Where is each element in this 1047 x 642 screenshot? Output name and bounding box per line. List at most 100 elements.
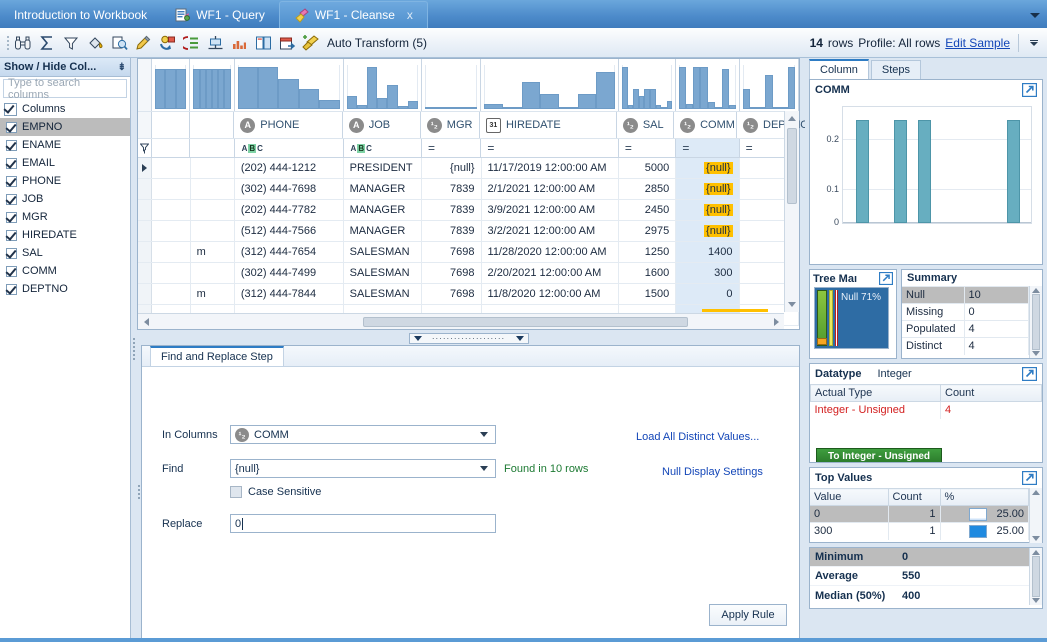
checkbox-mgr[interactable] xyxy=(6,211,17,223)
auto-transform-icon[interactable] xyxy=(300,32,322,54)
cell-hiredate[interactable]: 11/28/2020 12:00:00 AM xyxy=(482,242,619,262)
sidebar-item-mgr[interactable]: MGR xyxy=(0,208,130,226)
summary-row-distinct[interactable]: Distinct 4 xyxy=(902,337,1029,355)
cell-phone[interactable]: (312) 444-7654 xyxy=(235,242,344,262)
grid-vertical-scrollbar[interactable] xyxy=(784,111,799,312)
checkbox-ename[interactable] xyxy=(6,139,17,151)
horizontal-scroll-thumb[interactable] xyxy=(362,316,689,327)
cell-mgr[interactable]: 7698 xyxy=(422,242,482,262)
tab-overflow-button[interactable] xyxy=(1023,2,1047,28)
cell-mgr[interactable]: 7839 xyxy=(422,221,482,241)
grid-horizontal-scrollbar[interactable] xyxy=(138,313,784,329)
cell-ename[interactable] xyxy=(191,200,235,220)
scroll-up-arrow[interactable] xyxy=(1032,490,1040,495)
popout-icon[interactable] xyxy=(1021,82,1038,98)
filter-mgr[interactable]: = xyxy=(422,139,482,157)
popout-icon[interactable] xyxy=(1021,366,1038,382)
toolbar-grip[interactable] xyxy=(4,34,11,52)
scroll-up-arrow[interactable] xyxy=(1032,550,1040,555)
grid-header-sal[interactable]: ¹₂ SAL xyxy=(617,112,675,138)
cell-phone[interactable]: (302) 444-7499 xyxy=(235,263,344,283)
table-row[interactable]: (302) 444-7698 MANAGER 7839 2/1/2021 12:… xyxy=(138,179,799,200)
cell-mgr[interactable]: 7698 xyxy=(422,284,482,304)
comm-histogram[interactable]: 0.1 0.2 0 xyxy=(816,102,1036,242)
tab-column[interactable]: Column xyxy=(809,59,869,79)
table-row[interactable]: m (312) 444-7844 SALESMAN 7698 11/8/2020… xyxy=(138,284,799,305)
case-sensitive-row[interactable]: Case Sensitive xyxy=(230,486,321,498)
cell-empno[interactable] xyxy=(152,221,191,241)
scroll-down-arrow[interactable] xyxy=(1032,598,1040,603)
summary-row-populated[interactable]: Populated 4 xyxy=(902,320,1029,338)
sidebar-item-ename[interactable]: ENAME xyxy=(0,136,130,154)
checkbox-all-columns[interactable] xyxy=(4,102,17,116)
tab-close-icon[interactable]: x xyxy=(407,8,413,22)
tab-wf1-cleanse[interactable]: WF1 - Cleanse x xyxy=(278,1,428,28)
cell-mgr[interactable]: 7839 xyxy=(422,179,482,199)
sidebar-item-phone[interactable]: PHONE xyxy=(0,172,130,190)
filter-funnel-icon[interactable] xyxy=(138,139,152,157)
collapse-up-icon[interactable] xyxy=(413,336,422,341)
filter-ename[interactable] xyxy=(190,139,235,157)
vertical-scroll-thumb[interactable] xyxy=(787,128,797,204)
cell-job[interactable]: MANAGER xyxy=(344,200,423,220)
filter-job[interactable]: ABC xyxy=(344,139,422,157)
top-values-row[interactable]: 0 1 25.00 xyxy=(810,505,1029,523)
summary-row-missing[interactable]: Missing 0 xyxy=(902,303,1029,321)
cell-sal[interactable]: 1600 xyxy=(619,263,677,283)
cell-hiredate[interactable]: 3/9/2021 12:00:00 AM xyxy=(482,200,619,220)
checkbox-sal[interactable] xyxy=(6,247,17,259)
toolbar-overflow-button[interactable] xyxy=(1027,32,1041,54)
checkbox-email[interactable] xyxy=(6,157,17,169)
in-columns-dropdown[interactable]: ¹₂ COMM xyxy=(230,425,496,444)
cell-sal[interactable]: 5000 xyxy=(619,158,677,178)
scroll-down-arrow[interactable] xyxy=(1032,536,1040,541)
sidebar-item-job[interactable]: JOB xyxy=(0,190,130,208)
popout-icon[interactable] xyxy=(878,271,894,286)
sidebar-item-hiredate[interactable]: HIREDATE xyxy=(0,226,130,244)
statistics-scrollbar[interactable] xyxy=(1029,548,1042,605)
cell-sal[interactable]: 1500 xyxy=(619,284,677,304)
cell-comm[interactable]: 300 xyxy=(676,263,740,283)
cell-ename[interactable]: m xyxy=(191,242,235,262)
filter-comm[interactable]: = xyxy=(676,139,740,157)
null-display-settings-link[interactable]: Null Display Settings xyxy=(662,466,763,478)
grid-header-comm[interactable]: ¹₂ COMM xyxy=(674,112,737,138)
cell-comm[interactable]: {null} xyxy=(676,221,740,241)
cell-phone[interactable]: (312) 444-7844 xyxy=(235,284,344,304)
cell-comm[interactable]: {null} xyxy=(676,179,740,199)
scroll-left-arrow[interactable] xyxy=(138,317,154,326)
columns-list-header[interactable]: Columns xyxy=(0,100,130,118)
cell-empno[interactable] xyxy=(152,242,191,262)
sigma-icon[interactable] xyxy=(36,32,58,54)
cell-comm[interactable]: 1400 xyxy=(676,242,740,262)
chevron-down-icon[interactable] xyxy=(477,466,491,471)
find-input[interactable]: {null} xyxy=(230,459,496,478)
search-columns-input[interactable]: Type to search columns xyxy=(3,77,127,101)
cell-sal[interactable]: 2450 xyxy=(619,200,677,220)
checkbox-phone[interactable] xyxy=(6,175,17,187)
chevron-down-icon[interactable] xyxy=(477,432,491,437)
binoculars-icon[interactable] xyxy=(12,32,34,54)
list-bracket-icon[interactable] xyxy=(180,32,202,54)
top-values-row[interactable]: 300 1 25.00 xyxy=(810,522,1029,540)
grid-header-job[interactable]: A JOB xyxy=(343,112,421,138)
checkbox-job[interactable] xyxy=(6,193,17,205)
checkbox-hiredate[interactable] xyxy=(6,229,17,241)
cell-empno[interactable] xyxy=(152,284,191,304)
filter-sal[interactable]: = xyxy=(619,139,677,157)
tab-introduction-to-workbook[interactable]: Introduction to Workbook xyxy=(0,2,161,28)
sidebar-item-deptno[interactable]: DEPTNO xyxy=(0,280,130,298)
replace-icon[interactable] xyxy=(156,32,178,54)
checkbox-comm[interactable] xyxy=(6,265,17,277)
apply-rule-button[interactable]: Apply Rule xyxy=(709,604,787,626)
table-row[interactable]: m (312) 444-7654 SALESMAN 7698 11/28/202… xyxy=(138,242,799,263)
replace-input[interactable]: 0 xyxy=(230,514,496,533)
convert-datatype-button[interactable]: To Integer - Unsigned xyxy=(816,448,942,462)
cell-comm[interactable]: {null} xyxy=(676,200,740,220)
cell-job[interactable]: SALESMAN xyxy=(344,284,423,304)
cell-mgr[interactable]: 7698 xyxy=(422,263,482,283)
scroll-up-arrow[interactable] xyxy=(785,111,799,126)
pencil-icon[interactable] xyxy=(132,32,154,54)
cell-hiredate[interactable]: 11/8/2020 12:00:00 AM xyxy=(482,284,619,304)
summary-scrollbar[interactable] xyxy=(1029,286,1042,358)
